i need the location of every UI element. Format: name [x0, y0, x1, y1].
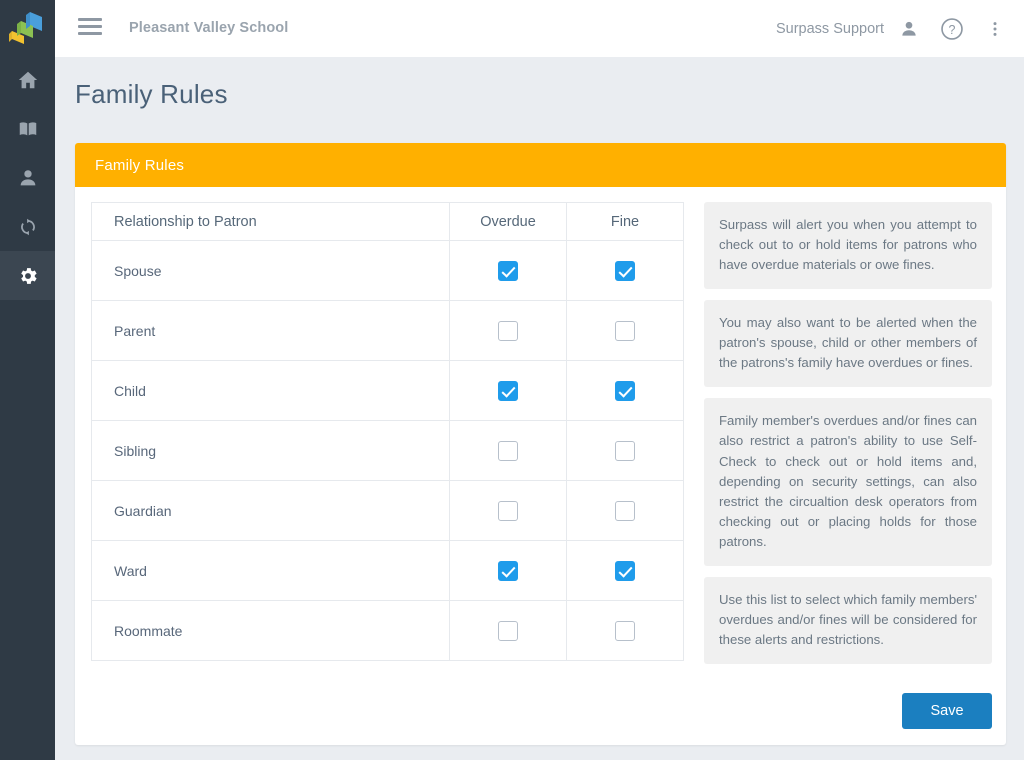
page-content: Family Rules Family Rules Relationship t… [55, 57, 1024, 760]
user-account-button[interactable]: Surpass Support [776, 14, 924, 44]
family-rules-card: Family Rules Relationship to Patron Over… [75, 143, 1006, 745]
cell-overdue [449, 240, 567, 301]
info-panel: You may also want to be alerted when the… [704, 300, 992, 388]
sidebar-item-patrons[interactable] [0, 153, 55, 202]
family-rules-table-wrap: Relationship to Patron Overdue Fine Spou… [91, 202, 684, 661]
column-header-overdue: Overdue [449, 202, 567, 241]
checkbox-fine-spouse[interactable] [615, 260, 635, 281]
save-button[interactable]: Save [902, 693, 992, 729]
table-row: Sibling [91, 420, 684, 481]
checkbox-overdue-roommate[interactable] [498, 620, 518, 641]
sync-icon [20, 218, 35, 235]
checkbox-fine-sibling[interactable] [615, 440, 635, 461]
table-row: Spouse [91, 240, 684, 301]
info-panel: Use this list to select which family mem… [704, 576, 992, 664]
cell-relationship: Sibling [91, 420, 450, 481]
help-button[interactable]: ? [937, 14, 967, 44]
checkbox-fine-parent[interactable] [615, 320, 635, 341]
sidebar-item-home[interactable] [0, 55, 55, 104]
cell-relationship: Roommate [91, 600, 450, 661]
table-head: Relationship to Patron Overdue Fine [91, 202, 684, 241]
checkbox-overdue-sibling[interactable] [498, 440, 518, 461]
checkbox-fine-ward[interactable] [615, 560, 635, 581]
checkbox-fine-roommate[interactable] [615, 620, 635, 641]
cell-overdue [449, 600, 567, 661]
checkbox-fine-guardian[interactable] [615, 500, 635, 521]
cell-overdue [449, 420, 567, 481]
cell-fine [566, 240, 684, 301]
save-row: Save [902, 693, 992, 729]
table-row: Parent [91, 300, 684, 361]
cell-relationship: Spouse [91, 240, 450, 301]
checkbox-overdue-spouse[interactable] [498, 260, 518, 281]
sidebar-item-catalog[interactable] [0, 104, 55, 153]
cell-relationship: Parent [91, 300, 450, 361]
gear-icon [20, 267, 37, 284]
table-row: Child [91, 360, 684, 421]
column-header-relationship: Relationship to Patron [91, 202, 450, 241]
card-header: Family Rules [75, 143, 1006, 187]
cell-relationship: Guardian [91, 480, 450, 541]
column-header-fine: Fine [566, 202, 684, 241]
table-row: Roommate [91, 600, 684, 661]
checkbox-overdue-parent[interactable] [498, 320, 518, 341]
svg-text:?: ? [949, 22, 956, 36]
family-rules-table: Relationship to Patron Overdue Fine Spou… [91, 202, 684, 661]
table-row: Guardian [91, 480, 684, 541]
home-icon [18, 71, 37, 88]
person-icon [20, 169, 35, 185]
surpass-logo[interactable] [0, 0, 55, 55]
table-header-row: Relationship to Patron Overdue Fine [91, 202, 684, 241]
cell-fine [566, 420, 684, 481]
sidebar-item-circulation[interactable] [0, 202, 55, 251]
card-header-title: Family Rules [95, 156, 185, 174]
cell-fine [566, 480, 684, 541]
support-label: Surpass Support [775, 20, 884, 37]
cell-overdue [449, 540, 567, 601]
cell-relationship: Ward [91, 540, 450, 601]
checkbox-overdue-child[interactable] [498, 380, 518, 401]
cell-overdue [449, 480, 567, 541]
more-options-button[interactable] [980, 14, 1010, 44]
cell-fine [566, 600, 684, 661]
user-icon [894, 14, 924, 44]
help-circle-icon: ? [941, 17, 963, 40]
checkbox-fine-child[interactable] [615, 380, 635, 401]
cell-overdue [449, 300, 567, 361]
more-vertical-icon [993, 21, 997, 36]
info-panel-column: Surpass will alert you when you attempt … [704, 202, 992, 675]
checkbox-overdue-guardian[interactable] [498, 500, 518, 521]
card-body: Relationship to Patron Overdue Fine Spou… [75, 187, 1006, 745]
checkbox-overdue-ward[interactable] [498, 560, 518, 581]
page-title: Family Rules [75, 79, 228, 109]
topbar-actions: Surpass Support ? [776, 0, 1010, 57]
sidebar [0, 0, 55, 760]
book-icon [19, 121, 36, 135]
info-panel: Surpass will alert you when you attempt … [704, 202, 992, 290]
hamburger-icon[interactable] [78, 18, 102, 35]
surpass-logo-icon [8, 11, 42, 44]
cell-fine [566, 540, 684, 601]
cell-relationship: Child [91, 360, 450, 421]
info-panel: Family member's overdues and/or fines ca… [704, 398, 992, 566]
cell-fine [566, 360, 684, 421]
table-body: Spouse Parent Child Sibling Guardian Ward Room… [91, 240, 684, 661]
sidebar-item-settings[interactable] [0, 251, 55, 300]
cell-fine [566, 300, 684, 361]
school-name: Pleasant Valley School [129, 20, 289, 36]
cell-overdue [449, 360, 567, 421]
table-row: Ward [91, 540, 684, 601]
top-bar: Pleasant Valley School Surpass Support ? [55, 0, 1024, 57]
